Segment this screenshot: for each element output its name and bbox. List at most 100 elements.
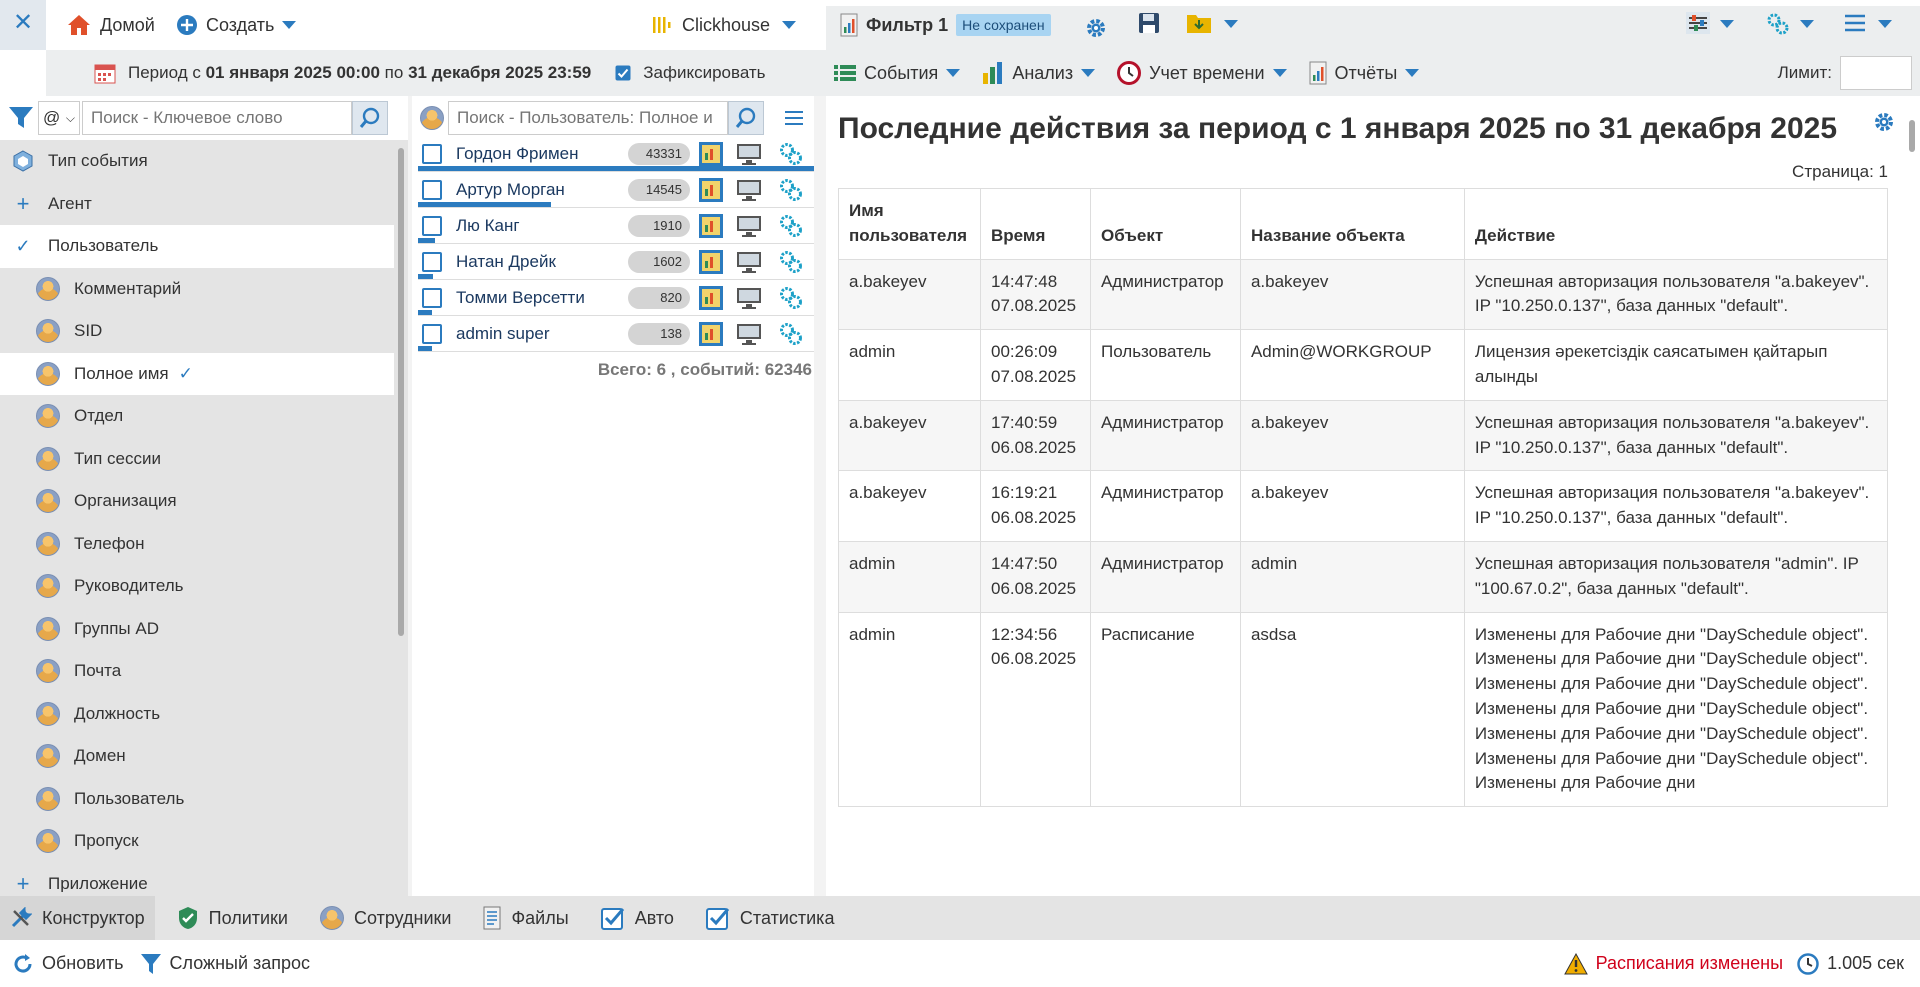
tab-employees[interactable]: Сотрудники xyxy=(310,906,451,930)
period-to[interactable]: 31 декабря 2025 23:59 xyxy=(408,63,591,83)
computer-icon[interactable] xyxy=(736,213,762,239)
computer-icon[interactable] xyxy=(736,141,762,167)
database-selector[interactable]: Clickhouse xyxy=(652,0,797,50)
tab-filter[interactable]: Фильтр 1 Не сохранен xyxy=(826,6,1920,50)
user-name[interactable]: Артур Морган xyxy=(456,180,626,200)
scrollbar[interactable] xyxy=(396,148,406,892)
chevron-down-icon[interactable] xyxy=(1878,20,1892,28)
keyword-search-input[interactable] xyxy=(82,101,352,135)
folder-download-icon[interactable] xyxy=(1186,12,1212,34)
splitter-handle[interactable] xyxy=(814,96,826,896)
menu-icon[interactable] xyxy=(784,110,804,126)
tree-item[interactable]: Организация xyxy=(0,480,394,523)
list-item[interactable]: Томми Версетти 820 xyxy=(418,280,814,316)
tree-item[interactable]: Отдел xyxy=(0,395,394,438)
list-item[interactable]: Гордон Фримен 43331 xyxy=(418,136,814,172)
menu-icon[interactable] xyxy=(1844,14,1866,32)
gears-icon[interactable] xyxy=(778,321,804,347)
computer-icon[interactable] xyxy=(736,321,762,347)
tree-item[interactable]: ✓ Пользователь xyxy=(0,225,394,268)
report-icon[interactable] xyxy=(698,177,724,203)
complex-query-button[interactable]: Сложный запрос xyxy=(140,953,310,975)
tab-statistics[interactable]: Статистика xyxy=(696,906,834,930)
tree-item[interactable]: Пользователь xyxy=(0,777,394,820)
user-search-input[interactable] xyxy=(448,101,728,135)
column-header[interactable]: Имя пользователя xyxy=(838,188,981,260)
user-checkbox[interactable] xyxy=(422,323,442,344)
calendar-icon[interactable] xyxy=(94,62,116,84)
gear-icon[interactable] xyxy=(1872,110,1896,134)
user-checkbox[interactable] xyxy=(422,251,442,272)
table-row[interactable]: a.bakeyev 17:40:59 06.08.2025 Администратор… xyxy=(838,399,1889,472)
report-icon[interactable] xyxy=(698,249,724,275)
refresh-button[interactable]: Обновить xyxy=(12,953,124,975)
tree-item[interactable]: Телефон xyxy=(0,522,394,565)
user-checkbox[interactable] xyxy=(422,215,442,236)
table-row[interactable]: admin 14:47:50 06.08.2025 Администратор admi… xyxy=(838,540,1889,613)
column-header[interactable]: Действие xyxy=(1463,188,1889,260)
gears-icon[interactable] xyxy=(778,141,804,167)
user-name[interactable]: admin super xyxy=(456,324,626,344)
save-icon[interactable] xyxy=(1138,12,1160,34)
chevron-down-icon[interactable] xyxy=(1720,20,1734,28)
warning-status[interactable]: Расписания изменены xyxy=(1563,952,1783,975)
table-row[interactable]: a.bakeyev 14:47:48 07.08.2025 Администратор… xyxy=(838,258,1889,331)
filter-icon[interactable] xyxy=(8,106,34,130)
tree-item[interactable]: Пропуск xyxy=(0,820,394,863)
user-checkbox[interactable] xyxy=(422,179,442,200)
user-search-button[interactable] xyxy=(728,101,764,135)
fix-period-checkbox[interactable] xyxy=(615,65,631,81)
tree-item[interactable]: Должность xyxy=(0,692,394,735)
column-header[interactable]: Название объекта xyxy=(1239,188,1465,260)
tree-item[interactable]: Группы AD xyxy=(0,607,394,650)
tree-item[interactable]: Комментарий xyxy=(0,267,394,310)
report-icon[interactable] xyxy=(698,285,724,311)
gears-icon[interactable] xyxy=(778,285,804,311)
period-from[interactable]: 01 января 2025 00:00 xyxy=(206,63,380,83)
list-item[interactable]: admin super 138 xyxy=(418,316,814,352)
list-item[interactable]: Лю Канг 1910 xyxy=(418,208,814,244)
report-icon[interactable] xyxy=(698,321,724,347)
tree-item[interactable]: Полное имя ✓ xyxy=(0,352,394,395)
tree-item[interactable]: Почта xyxy=(0,650,394,693)
sliders-icon[interactable] xyxy=(1686,12,1710,34)
user-name[interactable]: Лю Канг xyxy=(456,216,626,236)
user-name[interactable]: Гордон Фримен xyxy=(456,144,626,164)
column-header[interactable]: Объект xyxy=(1089,188,1241,260)
gears-icon[interactable] xyxy=(778,213,804,239)
scrollbar[interactable] xyxy=(1904,96,1920,896)
gears-icon[interactable] xyxy=(778,249,804,275)
computer-icon[interactable] xyxy=(736,249,762,275)
events-menu[interactable]: События xyxy=(834,63,961,84)
tab-files[interactable]: Файлы xyxy=(473,906,569,930)
home-button[interactable]: Домой xyxy=(66,0,155,50)
report-icon[interactable] xyxy=(698,213,724,239)
user-checkbox[interactable] xyxy=(422,143,442,164)
gears-icon[interactable] xyxy=(778,177,804,203)
tree-item[interactable]: SID xyxy=(0,310,394,353)
keyword-search-button[interactable] xyxy=(352,101,388,135)
create-button[interactable]: Создать xyxy=(176,0,297,50)
table-row[interactable]: admin 00:26:09 07.08.2025 Пользователь Admin… xyxy=(838,329,1889,401)
tree-item[interactable]: Тип события xyxy=(0,140,394,183)
list-item[interactable]: Артур Морган 14545 xyxy=(418,172,814,208)
tab-policies[interactable]: Политики xyxy=(167,906,288,930)
gear-icon[interactable] xyxy=(1084,16,1108,40)
computer-icon[interactable] xyxy=(736,177,762,203)
tree-item[interactable]: + Агент xyxy=(0,182,394,225)
search-mode-select[interactable]: @ ⌵ xyxy=(38,101,80,135)
limit-input[interactable] xyxy=(1840,56,1912,90)
list-item[interactable]: Натан Дрейк 1602 xyxy=(418,244,814,280)
report-icon[interactable] xyxy=(698,141,724,167)
user-name[interactable]: Натан Дрейк xyxy=(456,252,626,272)
tab-constructor[interactable]: Конструктор xyxy=(0,896,155,940)
reports-menu[interactable]: Отчёты xyxy=(1309,61,1420,85)
tab-auto[interactable]: Авто xyxy=(591,906,674,930)
tree-item[interactable]: + Приложение xyxy=(0,862,394,892)
analysis-menu[interactable]: Анализ xyxy=(982,61,1096,85)
chevron-down-icon[interactable] xyxy=(1224,20,1238,28)
user-name[interactable]: Томми Версетти xyxy=(456,288,626,308)
tree-item[interactable]: Тип сессии xyxy=(0,437,394,480)
computer-icon[interactable] xyxy=(736,285,762,311)
column-header[interactable]: Время xyxy=(979,188,1091,260)
